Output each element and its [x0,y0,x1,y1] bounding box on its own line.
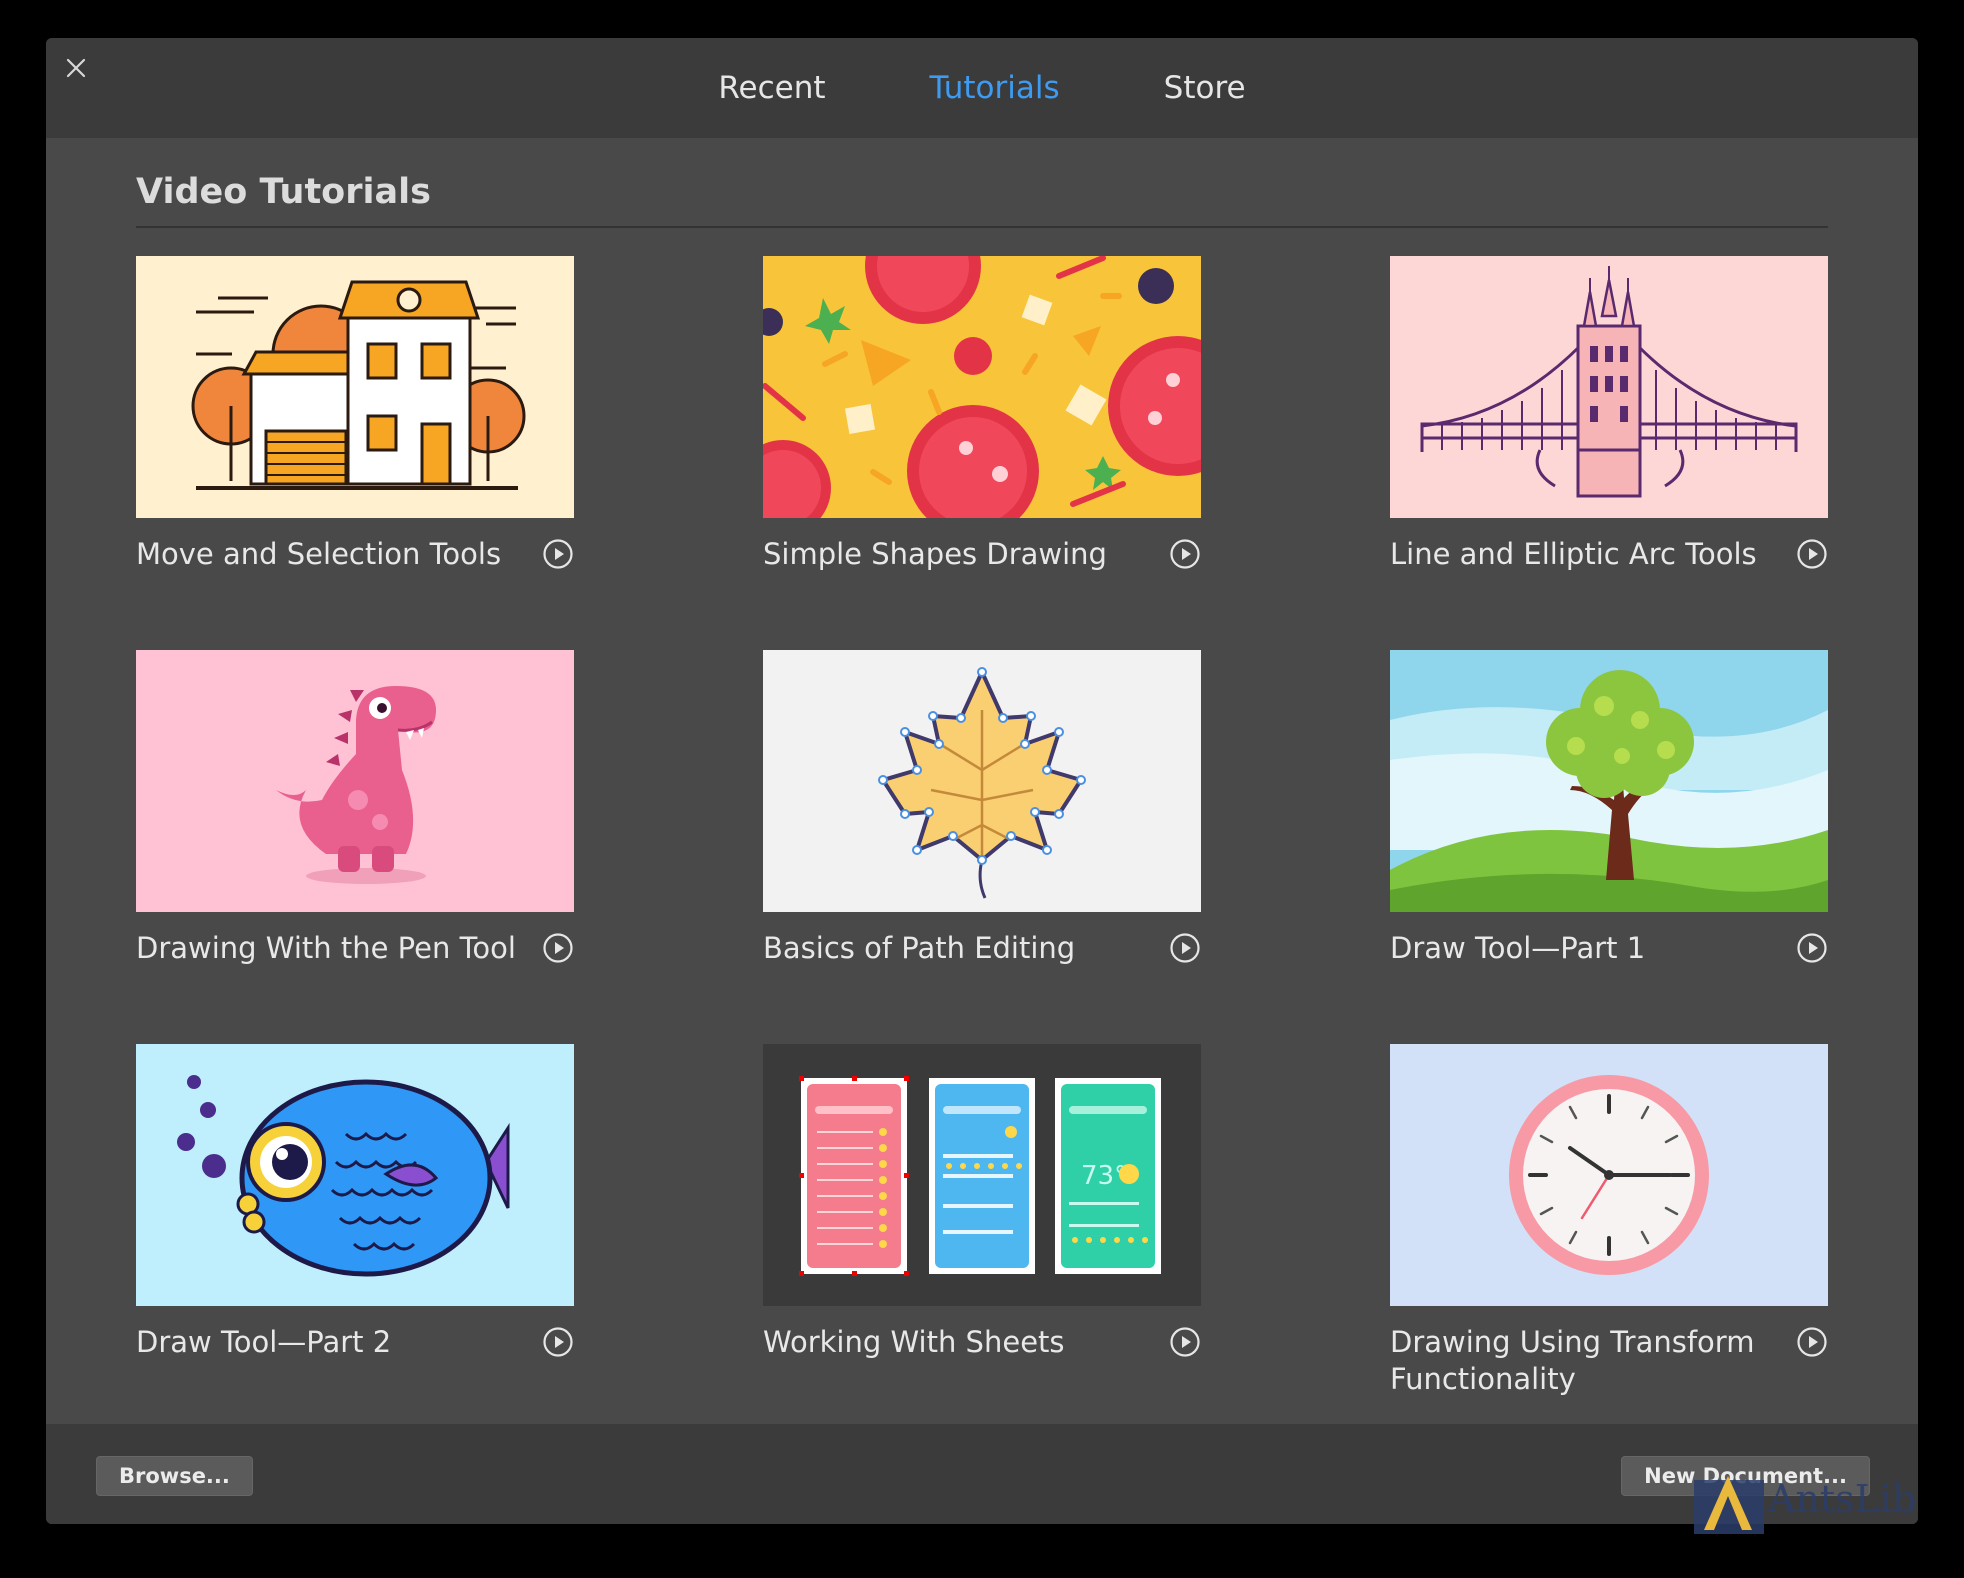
play-button[interactable] [1169,1326,1201,1358]
browse-button[interactable]: Browse... [96,1456,253,1496]
tutorials-window: Recent Tutorials Store Video Tutorials M… [46,38,1918,1524]
play-icon [1797,933,1827,963]
pizza-shapes-illustration [763,256,1201,518]
play-button[interactable] [1796,932,1828,964]
house-illustration [136,256,574,518]
play-icon [1170,1327,1200,1357]
tutorial-title: Working With Sheets [763,1325,1065,1359]
play-button[interactable] [542,932,574,964]
section-title: Video Tutorials [136,172,431,212]
play-icon [1170,933,1200,963]
tutorial-title: Draw Tool—Part 1 [1390,931,1646,965]
tab-recent[interactable]: Recent [666,70,877,106]
clock-illustration [1390,1044,1828,1306]
tab-store[interactable]: Store [1112,70,1298,106]
play-button[interactable] [1169,932,1201,964]
tree-landscape-illustration [1390,650,1828,912]
tutorial-title: Draw Tool—Part 2 [136,1325,392,1359]
tutorial-card[interactable]: Drawing With the Pen Tool [136,650,574,990]
play-button[interactable] [1796,1326,1828,1358]
watermark-logo: AntsLib [1694,1466,1938,1536]
tutorial-card[interactable]: Draw Tool—Part 1 [1390,650,1828,990]
tutorial-card[interactable]: Simple Shapes Drawing [763,256,1201,596]
play-icon [543,933,573,963]
tutorial-title: Drawing Using Transform Functionality [1390,1325,1755,1396]
play-icon [543,1327,573,1357]
watermark-text: AntsLib [1767,1477,1916,1521]
section-divider [136,226,1828,228]
play-icon [1797,1327,1827,1357]
tab-tutorials[interactable]: Tutorials [878,70,1112,106]
tutorial-card[interactable]: 73° Working With Sheets [763,1044,1201,1384]
tutorial-title: Simple Shapes Drawing [763,537,1107,571]
play-button[interactable] [542,538,574,570]
tab-bar: Recent Tutorials Store [46,38,1918,138]
bridge-illustration [1390,256,1828,518]
tutorial-title: Move and Selection Tools [136,537,502,571]
maple-leaf-illustration [763,650,1201,912]
play-icon [1797,539,1827,569]
play-button[interactable] [542,1326,574,1358]
footer-bar: Browse... New Document... [46,1424,1918,1524]
tutorial-card[interactable]: Basics of Path Editing [763,650,1201,990]
tutorial-title: Basics of Path Editing [763,931,1076,965]
play-button[interactable] [1169,538,1201,570]
tutorial-card[interactable]: Move and Selection Tools [136,256,574,596]
play-icon [1170,539,1200,569]
tutorial-card[interactable]: Draw Tool—Part 2 [136,1044,574,1384]
weather-app-sheets-illustration: 73° [763,1044,1201,1306]
tutorial-card[interactable]: Line and Elliptic Arc Tools [1390,256,1828,596]
play-icon [543,539,573,569]
tutorial-title: Drawing With the Pen Tool [136,931,516,965]
tutorial-title: Line and Elliptic Arc Tools [1390,537,1757,571]
play-button[interactable] [1796,538,1828,570]
fish-illustration [136,1044,574,1306]
dinosaur-illustration [136,650,574,912]
tutorial-card[interactable]: Drawing Using Transform Functionality [1390,1044,1828,1396]
